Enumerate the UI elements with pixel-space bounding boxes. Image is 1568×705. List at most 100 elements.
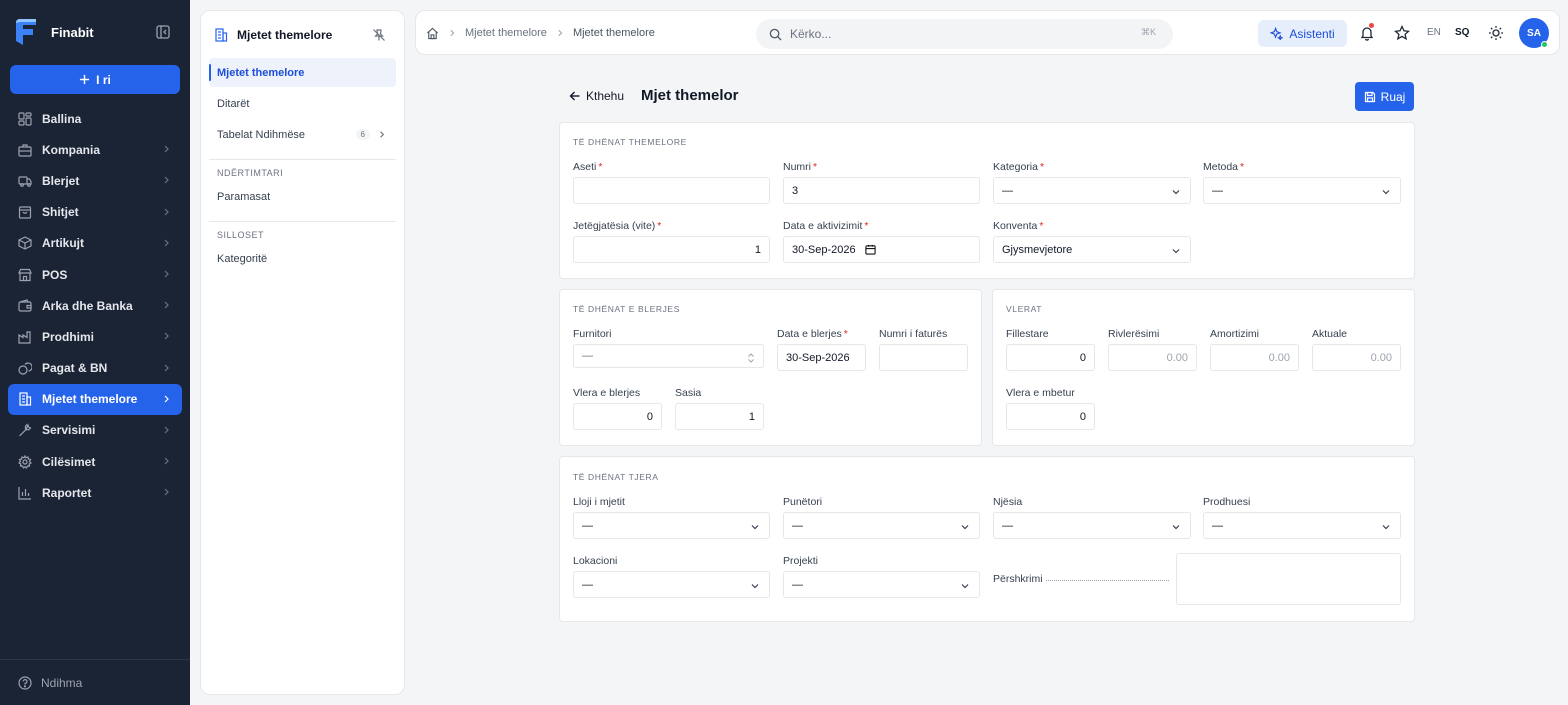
calendar-icon[interactable]: [864, 244, 876, 255]
top-bar: Mjetet themelore Mjetet themelore ⌘K Asi…: [415, 10, 1560, 55]
chevron-right-icon: [161, 394, 171, 404]
help-circle-icon: [18, 675, 32, 690]
nav-item-raportet[interactable]: Raportet: [8, 477, 182, 508]
breadcrumb-current: Mjetet themelore: [572, 27, 655, 39]
njesia-select[interactable]: —: [993, 512, 1191, 539]
star-icon[interactable]: [1394, 25, 1410, 41]
chevron-right-icon: [161, 331, 171, 341]
aseti-input[interactable]: [573, 177, 770, 204]
nav-item-prodhimi[interactable]: Prodhimi: [8, 321, 182, 352]
nav-item-kompania[interactable]: Kompania: [8, 134, 182, 165]
nav-item-shitjet[interactable]: Shitjet: [8, 197, 182, 228]
lokacioni-select[interactable]: —: [573, 571, 770, 598]
select-value: —: [1212, 184, 1223, 197]
field-label: Rivlerësimi: [1108, 328, 1160, 340]
nav-label: Servisimi: [42, 423, 96, 438]
nav-item-ballina[interactable]: Ballina: [8, 103, 182, 134]
lloji-select[interactable]: —: [573, 512, 770, 539]
projekti-select[interactable]: —: [783, 571, 980, 598]
rivleresimi-input[interactable]: 0.00: [1108, 344, 1197, 371]
back-button[interactable]: Kthehu: [569, 89, 624, 103]
subnav-item-ditaret[interactable]: Ditarët: [209, 89, 396, 118]
chevron-down-icon: [1171, 187, 1181, 197]
sun-icon[interactable]: [1488, 25, 1504, 41]
aktuale-input[interactable]: 0.00: [1312, 344, 1401, 371]
nav-item-artikujt[interactable]: Artikujt: [8, 228, 182, 259]
nav-item-pagat-bn[interactable]: Pagat & BN: [8, 353, 182, 384]
subnav-item-kategorite[interactable]: Kategoritë: [209, 244, 396, 273]
new-button[interactable]: I ri: [10, 65, 180, 94]
nav-label: Artikujt: [42, 236, 84, 251]
vlera-mbetur-input[interactable]: 0: [1006, 403, 1095, 430]
assistant-label: Asistenti: [1289, 26, 1335, 41]
vlera-blerjes-input[interactable]: 0: [573, 403, 662, 430]
search-box[interactable]: ⌘K: [756, 19, 1173, 49]
breadcrumb-item[interactable]: Mjetet themelore: [465, 27, 547, 39]
unpin-icon[interactable]: [372, 28, 386, 42]
konventa-select[interactable]: Gjysmevjetore: [993, 236, 1191, 263]
subnav-label: Mjetet themelore: [217, 66, 305, 79]
subnav-label: Paramasat: [217, 190, 271, 203]
search-shortcut: ⌘K: [1140, 27, 1156, 37]
fillestare-input[interactable]: 0: [1006, 344, 1095, 371]
section-title: TË DHËNAT THEMELORE: [573, 137, 687, 147]
subnav-item-paramasat[interactable]: Paramasat: [209, 182, 396, 211]
nav-item-servisimi[interactable]: Servisimi: [8, 415, 182, 446]
brand-name: Finabit: [51, 24, 94, 40]
brand[interactable]: Finabit: [12, 17, 94, 47]
field-label: Sasia: [675, 387, 702, 399]
metoda-select[interactable]: —: [1203, 177, 1401, 204]
subnav-item-mjetet-themelore[interactable]: Mjetet themelore: [209, 58, 396, 87]
numri-fatures-input[interactable]: [879, 344, 968, 371]
sidebar-collapse-icon[interactable]: [155, 24, 171, 40]
store-icon: [18, 268, 32, 282]
assistant-button[interactable]: Asistenti: [1258, 20, 1347, 47]
required-marker: *: [598, 161, 603, 173]
jetegjatesia-input[interactable]: 1: [573, 236, 770, 263]
nav-item-pos[interactable]: POS: [8, 259, 182, 290]
label-text: Kategoria: [993, 161, 1038, 173]
required-marker: *: [813, 161, 818, 173]
nav-label: Pagat & BN: [42, 361, 108, 376]
data-blerjes-input[interactable]: 30-Sep-2026: [777, 344, 866, 371]
subnav-item-tabelat-ndihmese[interactable]: Tabelat Ndihmëse 6: [209, 120, 396, 149]
lang-en[interactable]: EN: [1427, 27, 1441, 38]
data-aktivizimit-input[interactable]: 30-Sep-2026: [783, 236, 980, 263]
nav-label: Shitjet: [42, 205, 79, 220]
nav-item-arka-dhe-banka[interactable]: Arka dhe Banka: [8, 290, 182, 321]
chevron-down-icon: [960, 581, 970, 591]
nav-label: Ballina: [42, 111, 82, 126]
field-label: Fillestare: [1006, 328, 1049, 340]
lang-sq[interactable]: SQ: [1455, 27, 1469, 38]
nav-item-blerjet[interactable]: Blerjet: [8, 165, 182, 196]
select-value: —: [582, 350, 593, 362]
prodhuesi-select[interactable]: —: [1203, 512, 1401, 539]
required-marker: *: [1039, 161, 1045, 173]
count-badge: 6: [355, 129, 370, 140]
nav-label: Blerjet: [42, 173, 80, 188]
nav-item-cilesimet[interactable]: Cilësimet: [8, 446, 182, 477]
new-button-label: I ri: [96, 72, 111, 87]
sasia-input[interactable]: 1: [675, 403, 764, 430]
chevron-right-icon: [161, 175, 171, 185]
home-icon[interactable]: [426, 27, 439, 40]
kategoria-select[interactable]: —: [993, 177, 1191, 204]
search-input[interactable]: [790, 27, 1110, 41]
nav-item-mjetet-themelore[interactable]: Mjetet themelore: [8, 383, 182, 415]
label-text: Konventa: [993, 220, 1038, 232]
amortizimi-input[interactable]: 0.00: [1210, 344, 1299, 371]
field-label: Përshkrimi: [993, 573, 1043, 585]
numri-input[interactable]: 3: [783, 177, 980, 204]
pershkrimi-textarea[interactable]: [1176, 553, 1401, 605]
factory-icon: [18, 330, 32, 344]
furnitori-select[interactable]: —: [573, 344, 764, 368]
required-marker: *: [864, 220, 869, 232]
sparkles-icon: [1270, 27, 1284, 40]
save-button[interactable]: Ruaj: [1355, 82, 1414, 111]
help-link[interactable]: Ndihma: [0, 659, 190, 705]
punetori-select[interactable]: —: [783, 512, 980, 539]
select-value: —: [792, 519, 803, 532]
select-value: —: [1002, 184, 1013, 197]
field-label: Jetëgjatësia (vite) *: [573, 220, 661, 232]
nav-label: Kompania: [42, 142, 101, 157]
